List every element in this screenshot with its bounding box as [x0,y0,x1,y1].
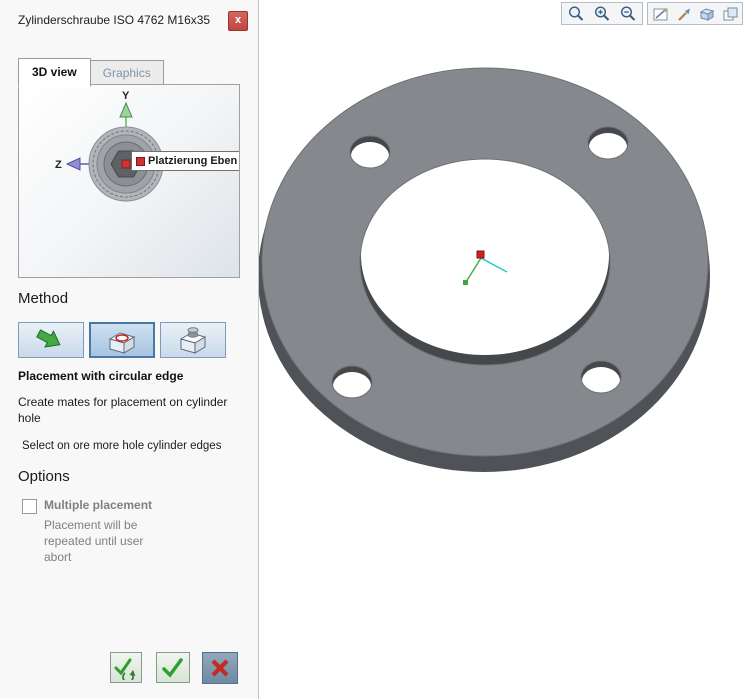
part-button[interactable] [695,4,718,23]
tab-graphics[interactable]: Graphics [90,60,164,87]
check-icon [162,657,183,678]
z-axis-label: Z [55,159,62,171]
panel-title: Zylinderschraube ISO 4762 M16x35 [18,13,211,27]
3d-preview[interactable]: Y Z Platzierung Eben [18,84,240,278]
close-button[interactable]: x [228,11,248,31]
method-circular-edge-button[interactable] [89,322,155,358]
method-heading: Method [18,290,69,307]
multiple-placement-checkbox[interactable] [22,499,37,514]
cancel-x-icon [211,659,229,677]
render-icon [677,8,690,21]
ok-button[interactable] [156,652,190,683]
y-axis-label: Y [122,90,130,102]
circular-edge-icon [108,332,136,354]
method-point-placement-button[interactable] [18,322,84,358]
cancel-button[interactable] [202,652,238,684]
windows-icon [723,7,737,20]
zoom-window-icon [568,6,584,21]
tab-bar: 3D view Graphics [18,58,164,87]
tab-3d-view[interactable]: 3D view [18,58,91,87]
zoom-toolbar-group [561,2,643,25]
origin-marker [121,159,131,169]
apply-preview-button[interactable] [110,652,142,683]
check-refresh-icon [114,658,136,680]
y-axis-arrow-icon [119,101,133,118]
multiple-placement-description: Placement will be repeated until user ab… [44,518,144,565]
flange-model [258,67,710,472]
windows-button[interactable] [718,4,741,23]
zoom-in-icon [594,6,610,21]
preview-canvas: Y Z [55,90,164,202]
part-icon [699,7,714,21]
sketch-icon [653,8,667,20]
method-button-row [18,322,226,358]
tool-panel: Zylinderschraube ISO 4762 M16x35 x 3D vi… [0,0,259,699]
zoom-window-button[interactable] [563,4,589,23]
z-axis-arrow-icon [65,157,81,171]
render-button[interactable] [672,4,695,23]
method-instruction: Select on ore more hole cylinder edges [22,440,222,452]
options-heading: Options [18,468,70,485]
sketch-button[interactable] [649,4,672,23]
view-toolbar-group [647,2,743,25]
placement-arrow-icon [36,329,61,348]
viewport-toolbar [561,2,743,25]
multiple-placement-label[interactable]: Multiple placement [44,498,152,512]
zoom-out-button[interactable] [615,4,641,23]
method-cylinder-button[interactable] [160,322,226,358]
cylinder-placement-icon [179,327,207,354]
zoom-out-icon [620,6,636,21]
zoom-in-button[interactable] [589,4,615,23]
tooltip-marker-icon [136,156,145,166]
method-description: Create mates for placement on cylinder h… [18,395,228,426]
placement-tooltip: Platzierung Eben [131,151,239,171]
selected-method-title: Placement with circular edge [18,369,184,383]
tooltip-text: Platzierung Eben [148,155,238,167]
